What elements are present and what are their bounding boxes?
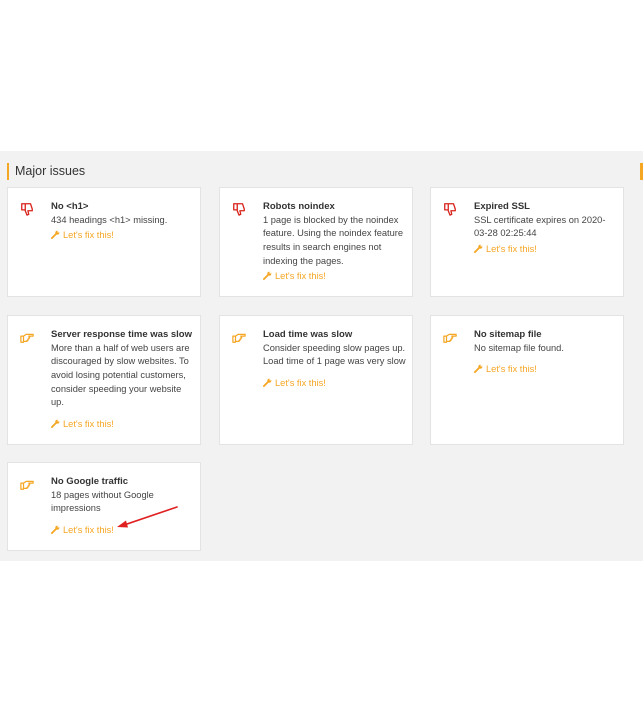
issue-card-robots-noindex: Robots noindex 1 page is blocked by the … — [219, 187, 413, 297]
fix-link-label: Let's fix this! — [486, 364, 537, 375]
fix-link[interactable]: Let's fix this! — [51, 229, 194, 243]
fix-link[interactable]: Let's fix this! — [474, 243, 617, 257]
issue-description: More than a half of web users are discou… — [51, 342, 190, 408]
wrench-icon — [51, 230, 60, 240]
thumbs-down-icon — [233, 203, 245, 216]
issue-title: No <h1> — [51, 201, 89, 212]
issue-description: Consider speeding slow pages up. Load ti… — [263, 342, 406, 367]
fix-link[interactable]: Let's fix this! — [263, 377, 406, 391]
issue-title: Expired SSL — [474, 201, 530, 212]
issue-title: No Google traffic — [51, 476, 129, 487]
issue-card-expired-ssl: Expired SSL SSL certificate expires on 2… — [430, 187, 624, 297]
issue-title: Load time was slow — [263, 329, 353, 340]
wrench-icon — [263, 272, 272, 281]
issue-description: 18 pages without Google impressions — [51, 489, 154, 514]
issue-card-load-time: Load time was slow Consider speeding slo… — [219, 315, 413, 445]
fix-link[interactable]: Let's fix this! — [51, 418, 194, 432]
issue-card-no-google-traffic: No Google traffic 18 pages without Googl… — [7, 462, 201, 551]
issue-card-no-h1: No <h1> 434 headings <h1> missing. Let's… — [7, 187, 201, 297]
issue-description: SSL certificate expires on 2020-03-28 02… — [474, 214, 606, 239]
pointing-hand-icon — [232, 333, 246, 343]
issue-title: No sitemap file — [474, 329, 542, 340]
issue-title: Server response time was slow — [51, 329, 192, 340]
thumbs-down-icon — [21, 203, 33, 216]
pointing-hand-icon — [20, 480, 34, 490]
issue-card-no-sitemap: No sitemap file No sitemap file found. L… — [430, 315, 624, 445]
issue-title: Robots noindex — [263, 201, 335, 212]
fix-link-label: Let's fix this! — [63, 419, 114, 430]
wrench-icon — [474, 244, 483, 253]
pointing-hand-icon — [20, 333, 34, 343]
wrench-icon — [474, 364, 483, 374]
fix-link[interactable]: Let's fix this! — [51, 524, 194, 538]
fix-link-label: Let's fix this! — [63, 230, 114, 241]
fix-link[interactable]: Let's fix this! — [474, 363, 617, 377]
pointing-hand-icon — [443, 333, 457, 343]
fix-link-label: Let's fix this! — [275, 271, 326, 282]
thumbs-down-icon — [444, 203, 456, 216]
section-accent-bar — [7, 163, 9, 180]
issue-description: 434 headings <h1> missing. — [51, 214, 168, 225]
issue-card-server-response: Server response time was slow More than … — [7, 315, 201, 445]
fix-link-label: Let's fix this! — [275, 377, 326, 388]
fix-link[interactable]: Let's fix this! — [263, 270, 406, 284]
wrench-icon — [263, 378, 272, 387]
issue-description: No sitemap file found. — [474, 342, 564, 353]
wrench-icon — [51, 525, 60, 534]
fix-link-label: Let's fix this! — [486, 243, 537, 254]
section-title: Major issues — [15, 164, 86, 178]
wrench-icon — [51, 419, 60, 429]
fix-link-label: Let's fix this! — [63, 524, 114, 535]
issue-description: 1 page is blocked by the noindex feature… — [263, 214, 404, 266]
